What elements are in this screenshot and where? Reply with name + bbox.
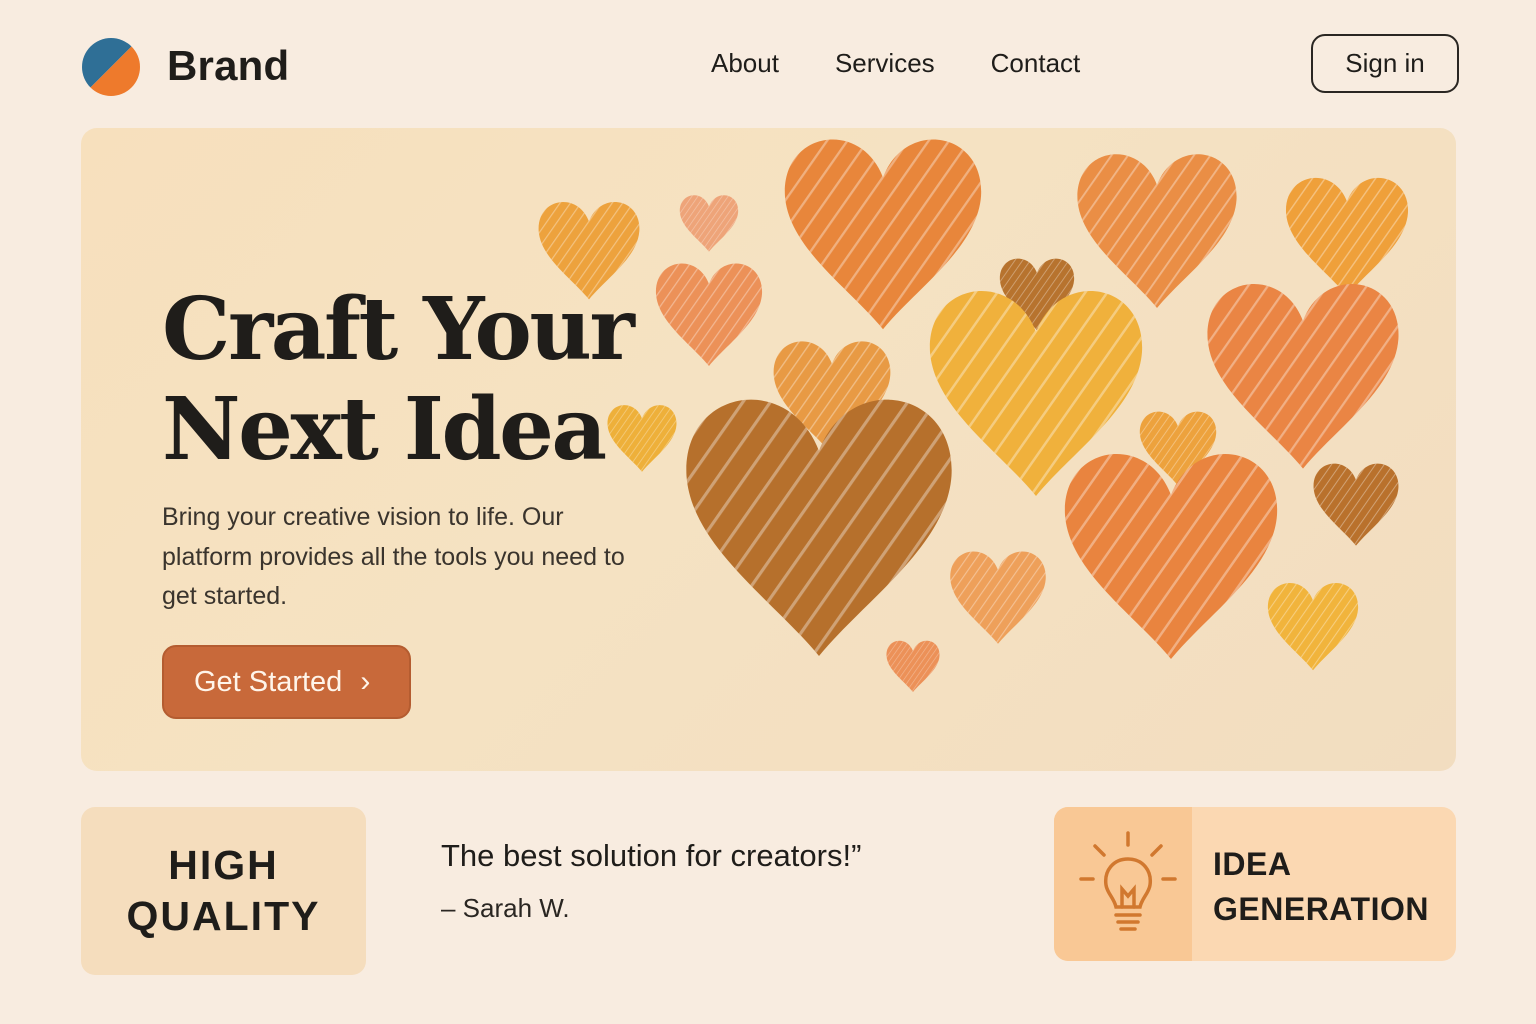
nav-services-link[interactable]: Services <box>835 48 935 79</box>
nav-about-link[interactable]: About <box>711 48 779 79</box>
get-started-label: Get Started <box>194 665 343 698</box>
quality-line-2: QUALITY <box>126 893 321 939</box>
testimonial-quote: The best solution for creators!” <box>441 838 862 873</box>
idea-line-2: GENERATION <box>1213 891 1429 927</box>
brand-logo-icon[interactable] <box>82 38 140 96</box>
brand-name[interactable]: Brand <box>167 42 289 90</box>
high-quality-card: HIGH QUALITY <box>81 807 366 975</box>
main-nav: About Services Contact <box>711 48 1080 79</box>
get-started-button[interactable]: Get Started › <box>162 645 411 719</box>
hero-subtitle: Bring your creative vision to life. Our … <box>162 503 625 610</box>
testimonial-author: – Sarah W. <box>441 893 570 923</box>
hero-title: Craft Your Next Idea <box>162 280 682 480</box>
idea-line-1: IDEA <box>1213 846 1292 882</box>
idea-generation-card: IDEA GENERATION <box>1054 807 1456 961</box>
hero-title-line-1: Craft Your <box>162 279 635 380</box>
hero-title-line-2: Next Idea <box>162 379 607 480</box>
hero-section: Craft Your Next Idea Bring your creative… <box>81 128 1456 771</box>
idea-generation-label: IDEA GENERATION <box>1213 842 1429 932</box>
nav-contact-link[interactable]: Contact <box>991 48 1081 79</box>
lightbulb-icon <box>1054 807 1192 961</box>
quality-line-1: HIGH <box>168 842 279 888</box>
site-header: Brand About Services Contact Sign in <box>0 0 1536 128</box>
chevron-right-icon: › <box>360 665 371 698</box>
sign-in-button[interactable]: Sign in <box>1311 34 1459 93</box>
